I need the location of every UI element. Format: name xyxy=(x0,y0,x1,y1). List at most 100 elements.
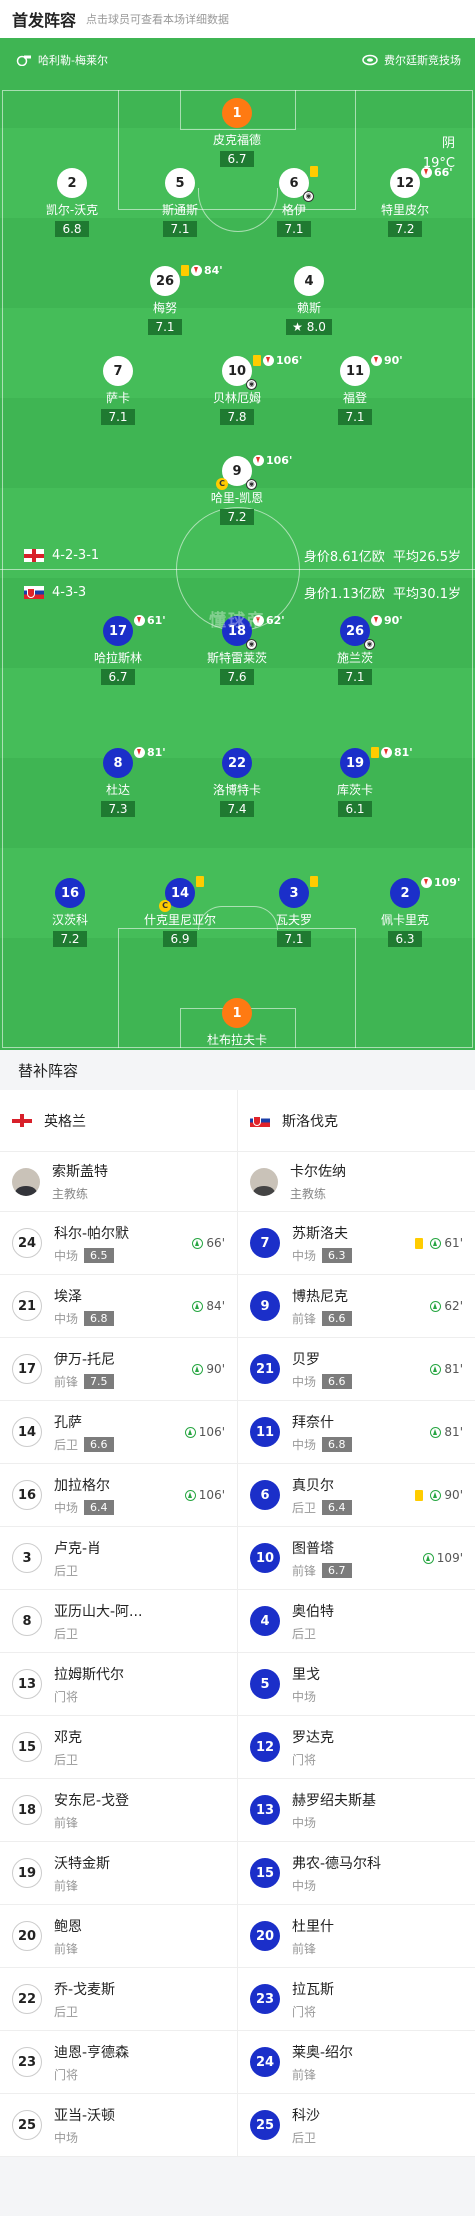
substitute-row[interactable]: 3 卢克-肖 后卫 xyxy=(0,1527,237,1590)
substitute-rating: 6.4 xyxy=(84,1499,114,1515)
player-card[interactable]: 12 66' 特里皮尔 7.2 xyxy=(360,166,453,237)
substitute-position: 门将 xyxy=(54,1689,79,1704)
substitute-rating: 6.4 xyxy=(322,1499,352,1515)
substitution-minute: 90' xyxy=(384,614,403,627)
substitute-position: 前锋 xyxy=(292,1941,317,1956)
player-events: 90' xyxy=(371,614,403,627)
player-card[interactable]: 8 81' 杜达 7.3 xyxy=(73,746,166,817)
substitute-name: 亚历山大-阿... xyxy=(54,1603,143,1620)
substitute-row[interactable]: 5 里戈 中场 xyxy=(238,1653,475,1716)
substitute-row[interactable]: 18 安东尼-戈登 前锋 xyxy=(0,1779,237,1842)
jersey-number: 20 xyxy=(250,1921,280,1951)
substitute-row[interactable]: 15 弗农-德马尔科 中场 xyxy=(238,1842,475,1905)
substitute-row[interactable]: 13 拉姆斯代尔 门将 xyxy=(0,1653,237,1716)
referee-name: 哈利勒-梅莱尔 xyxy=(38,54,108,67)
player-card[interactable]: 26 90' ◉ 施兰茨 7.1 xyxy=(310,614,403,685)
substitute-position: 中场 xyxy=(54,1500,79,1515)
substitute-row[interactable]: 6 真贝尔 后卫 6.4 90' xyxy=(238,1464,475,1527)
player-name: 哈里-凯恩 xyxy=(210,491,264,505)
player-card[interactable]: 9 106' ◉ C 哈里-凯恩 7.2 xyxy=(192,454,292,525)
player-card[interactable]: 5 斯通斯 7.1 xyxy=(135,168,225,237)
player-card[interactable]: 19 81' 库茨卡 6.1 xyxy=(310,746,413,817)
jersey-number: 15 xyxy=(12,1732,42,1762)
substitution-in-icon xyxy=(430,1426,442,1438)
substitute-row[interactable]: 17 伊万-托尼 前锋 7.5 90' xyxy=(0,1338,237,1401)
substitute-position: 前锋 xyxy=(292,2067,317,2082)
substitute-row[interactable]: 25 亚当-沃顿 中场 xyxy=(0,2094,237,2157)
player-card[interactable]: 7 萨卡 7.1 xyxy=(73,356,163,425)
player-card[interactable]: 22 洛博特卡 7.4 xyxy=(192,748,282,817)
substitution-info: 90' xyxy=(415,1488,463,1502)
player-card[interactable]: 26 84' 梅努 7.1 xyxy=(120,264,223,335)
player-card[interactable]: 11 90' 福登 7.1 xyxy=(310,354,403,425)
player-rating: 7.1 xyxy=(277,931,311,947)
jersey-number: 14 C xyxy=(159,876,204,912)
substitute-row[interactable]: 13 赫罗绍夫斯基 中场 xyxy=(238,1779,475,1842)
coach-role: 主教练 xyxy=(52,1187,89,1201)
player-card[interactable]: 14 C 什克里尼亚尔 6.9 xyxy=(135,876,225,947)
substitute-row[interactable]: 9 博热尼克 前锋 6.6 62' xyxy=(238,1275,475,1338)
substitute-row[interactable]: 11 拜奈什 中场 6.8 81' xyxy=(238,1401,475,1464)
substitute-row[interactable]: 23 迪恩-亨德森 门将 xyxy=(0,2031,237,2094)
substitute-row[interactable]: 23 拉瓦斯 门将 xyxy=(238,1968,475,2031)
substitute-row[interactable]: 16 加拉格尔 中场 6.4 106' xyxy=(0,1464,237,1527)
substitute-name: 伊万-托尼 xyxy=(54,1351,116,1368)
substitute-row[interactable]: 20 鲍恩 前锋 xyxy=(0,1905,237,1968)
player-card[interactable]: 10 106' ◉ 贝林厄姆 7.8 xyxy=(192,354,302,425)
player-card[interactable]: 16 汉茨科 7.2 xyxy=(25,878,115,947)
jersey-number: 24 xyxy=(250,2047,280,2077)
player-card[interactable]: 1 皮克福德 6.7 xyxy=(192,98,282,167)
player-card[interactable]: 2 109' 佩卡里克 6.3 xyxy=(360,876,460,947)
substitute-position: 门将 xyxy=(292,1752,317,1767)
substitute-position: 后卫 xyxy=(54,1626,79,1641)
jersey-number: 2 xyxy=(57,168,87,198)
coach-role: 主教练 xyxy=(290,1187,327,1201)
away-coach-row[interactable]: 卡尔佐纳 主教练 xyxy=(238,1152,475,1212)
substitute-row[interactable]: 7 苏斯洛夫 中场 6.3 61' xyxy=(238,1212,475,1275)
substitute-position: 前锋 xyxy=(292,1311,317,1326)
captain-badge-icon: C xyxy=(216,478,228,490)
player-name: 汉茨科 xyxy=(51,913,88,927)
substitute-name: 亚当-沃顿 xyxy=(54,2107,116,2124)
england-flag-icon xyxy=(12,1114,32,1127)
home-team-value: 身价8.61亿欧 xyxy=(303,550,385,565)
jersey-number: 11 xyxy=(250,1417,280,1447)
player-card[interactable]: 17 61' 哈拉斯林 6.7 xyxy=(73,614,166,685)
jersey-number: 22 xyxy=(12,1984,42,2014)
substitution-out-icon xyxy=(191,265,202,276)
substitute-row[interactable]: 22 乔-戈麦斯 后卫 xyxy=(0,1968,237,2031)
home-coach-row[interactable]: 索斯盖特 主教练 xyxy=(0,1152,237,1212)
home-bench: 英格兰 索斯盖特 主教练 24 科尔-帕尔默 中场 6.5 66' 21 埃泽 中场 6.8 84'… xyxy=(0,1090,237,2157)
substitute-row[interactable]: 21 埃泽 中场 6.8 84' xyxy=(0,1275,237,1338)
substitute-row[interactable]: 14 孔萨 后卫 6.6 106' xyxy=(0,1401,237,1464)
substitute-row[interactable]: 21 贝罗 中场 6.6 81' xyxy=(238,1338,475,1401)
substitute-position: 后卫 xyxy=(292,1500,317,1515)
player-name: 赖斯 xyxy=(296,301,321,315)
player-card[interactable]: 4 赖斯 ★ 8.0 xyxy=(264,266,354,335)
jersey-number: 5 xyxy=(250,1669,280,1699)
substitute-row[interactable]: 4 奥伯特 后卫 xyxy=(238,1590,475,1653)
player-card[interactable]: 2 凯尔-沃克 6.8 xyxy=(27,168,117,237)
player-card[interactable]: 6 ◉ 格伊 7.1 xyxy=(249,166,339,237)
substitute-row[interactable]: 24 莱奥-绍尔 前锋 xyxy=(238,2031,475,2094)
jersey-number: 3 xyxy=(12,1543,42,1573)
player-rating: 6.1 xyxy=(338,801,372,817)
substitute-row[interactable]: 20 杜里什 前锋 xyxy=(238,1905,475,1968)
player-rating: 7.1 xyxy=(101,409,135,425)
coach-name: 卡尔佐纳 xyxy=(290,1164,346,1180)
substitution-out-icon xyxy=(134,747,145,758)
substitute-row[interactable]: 8 亚历山大-阿... 后卫 xyxy=(0,1590,237,1653)
substitution-out-icon xyxy=(253,455,264,466)
substitute-row[interactable]: 25 科沙 后卫 xyxy=(238,2094,475,2157)
substitute-row[interactable]: 10 图普塔 前锋 6.7 109' xyxy=(238,1527,475,1590)
substitute-row[interactable]: 15 邓克 后卫 xyxy=(0,1716,237,1779)
player-card[interactable]: 1杜布拉夫卡6.8 xyxy=(192,998,282,1050)
substitute-name: 赫罗绍夫斯基 xyxy=(292,1792,376,1809)
substitute-row[interactable]: 24 科尔-帕尔默 中场 6.5 66' xyxy=(0,1212,237,1275)
player-card[interactable]: 3 瓦夫罗 7.1 xyxy=(249,876,339,947)
substitute-row[interactable]: 19 沃特金斯 前锋 xyxy=(0,1842,237,1905)
substitute-position: 后卫 xyxy=(292,2130,317,2145)
substitute-row[interactable]: 12 罗达克 门将 xyxy=(238,1716,475,1779)
substitute-position: 中场 xyxy=(54,1311,79,1326)
player-rating: 7.1 xyxy=(338,669,372,685)
